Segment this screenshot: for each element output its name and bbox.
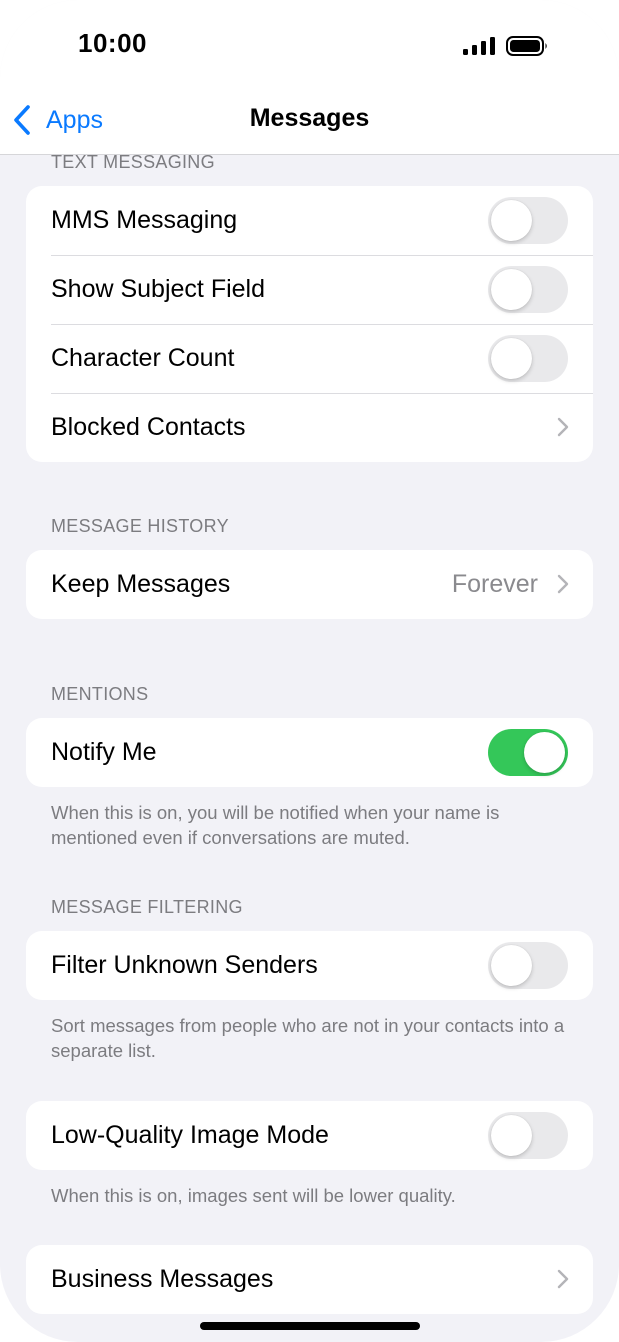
row-label: MMS Messaging: [51, 206, 238, 234]
group-text-messaging: MMS Messaging Show Subject Field Charact…: [26, 186, 593, 462]
group-business-messages: Business Messages: [26, 1245, 593, 1314]
status-time: 10:00: [78, 28, 147, 58]
row-label: Character Count: [51, 344, 235, 372]
row-label: Blocked Contacts: [51, 413, 246, 441]
low-quality-image-mode-toggle[interactable]: [488, 1112, 568, 1159]
toggle-knob: [491, 269, 532, 310]
row-show-subject-field[interactable]: Show Subject Field: [26, 255, 593, 324]
section-header-text-messaging: TEXT MESSAGING: [51, 152, 215, 172]
home-indicator[interactable]: [200, 1322, 420, 1330]
message-filtering-footer: Sort messages from people who are not in…: [51, 1015, 565, 1061]
row-low-quality-image-mode[interactable]: Low-Quality Image Mode: [26, 1101, 593, 1170]
row-keep-messages[interactable]: Keep Messages Forever: [26, 550, 593, 619]
show-subject-field-toggle[interactable]: [488, 266, 568, 313]
notify-me-toggle[interactable]: [488, 729, 568, 776]
row-filter-unknown-senders[interactable]: Filter Unknown Senders: [26, 931, 593, 1000]
row-business-messages[interactable]: Business Messages: [26, 1245, 593, 1314]
toggle-knob: [491, 1115, 532, 1156]
page-title: Messages: [249, 104, 370, 132]
cellular-signal-icon: [463, 37, 495, 55]
toggle-knob: [524, 732, 565, 773]
row-label: Business Messages: [51, 1265, 274, 1293]
battery-full-icon: [506, 36, 547, 56]
row-mms-messaging[interactable]: MMS Messaging: [26, 186, 593, 255]
chevron-right-icon: [557, 574, 569, 594]
row-label: Low-Quality Image Mode: [51, 1121, 329, 1149]
toggle-knob: [491, 200, 532, 241]
row-label: Keep Messages: [51, 570, 231, 598]
row-label: Notify Me: [51, 738, 157, 766]
mentions-footer: When this is on, you will be notified wh…: [51, 802, 500, 848]
navigation-bar: 10:00 Apps Messages: [0, 0, 619, 155]
mms-messaging-toggle[interactable]: [488, 197, 568, 244]
row-notify-me[interactable]: Notify Me: [26, 718, 593, 787]
chevron-right-icon: [557, 417, 569, 437]
group-message-filtering: Filter Unknown Senders: [26, 931, 593, 1000]
section-header-message-history: MESSAGE HISTORY: [51, 516, 229, 536]
toggle-knob: [491, 338, 532, 379]
keep-messages-value: Forever: [451, 570, 538, 598]
row-label: Show Subject Field: [51, 275, 266, 303]
dynamic-island: [212, 16, 407, 76]
toggle-knob: [491, 945, 532, 986]
group-low-quality-image: Low-Quality Image Mode: [26, 1101, 593, 1170]
section-header-mentions: MENTIONS: [51, 684, 149, 704]
row-blocked-contacts[interactable]: Blocked Contacts: [26, 393, 593, 462]
character-count-toggle[interactable]: [488, 335, 568, 382]
chevron-right-icon: [557, 1269, 569, 1289]
group-mentions: Notify Me: [26, 718, 593, 787]
section-header-message-filtering: MESSAGE FILTERING: [51, 897, 243, 917]
row-label: Filter Unknown Senders: [51, 951, 318, 979]
row-character-count[interactable]: Character Count: [26, 324, 593, 393]
filter-unknown-senders-toggle[interactable]: [488, 942, 568, 989]
group-message-history: Keep Messages Forever: [26, 550, 593, 619]
phone-screen: TEXT MESSAGING MMS Messaging Show Subjec…: [0, 0, 619, 1342]
low-quality-footer: When this is on, images sent will be low…: [51, 1185, 456, 1206]
